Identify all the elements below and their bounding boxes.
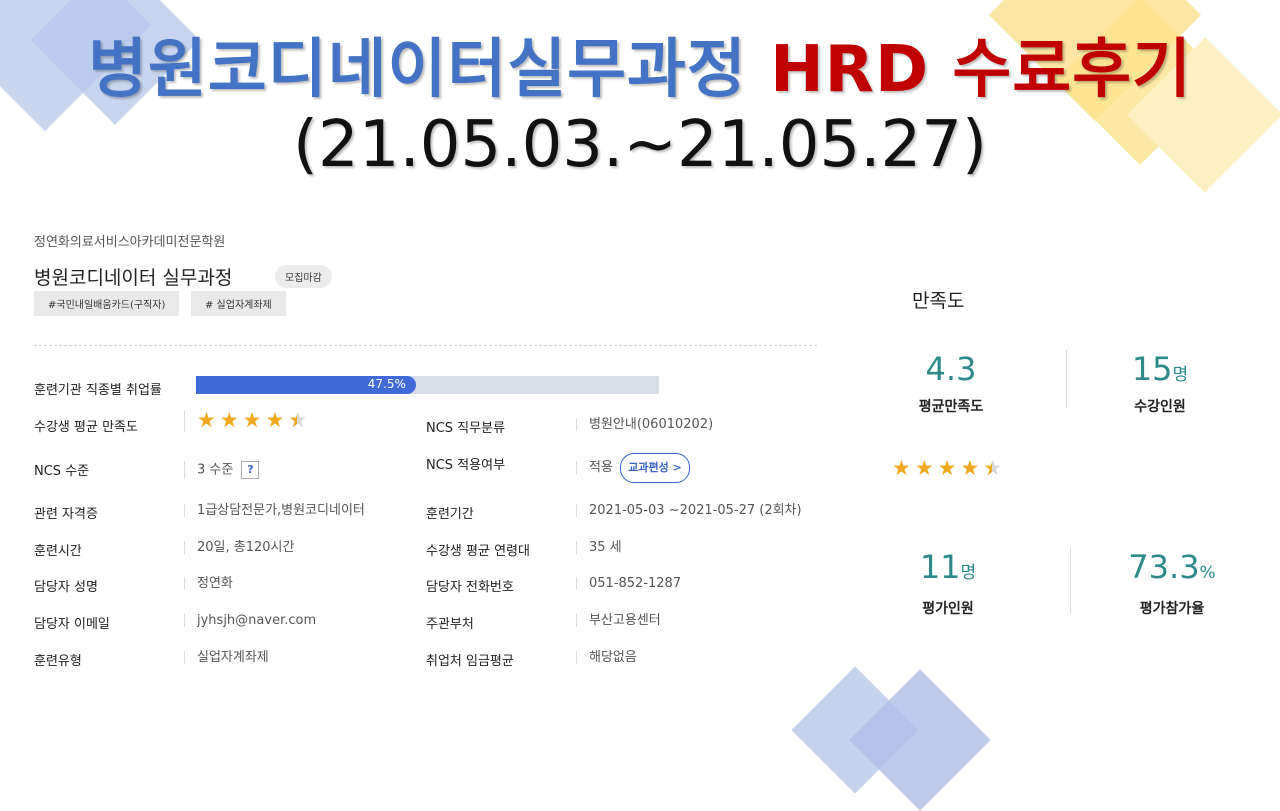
tag-account: # 실업자계좌제: [191, 291, 286, 316]
students-label: 수강인원: [1134, 399, 1186, 415]
slide-title: 병원코디네이터실무과정 HRD 수료후기: [0, 18, 1280, 110]
participation-label: 평가참가율: [1139, 601, 1205, 617]
employment-rate-value: 47.5%: [367, 377, 406, 391]
divider: [34, 345, 817, 346]
dept-value: 부산고용센터: [576, 614, 661, 627]
slide-title-course: 병원코디네이터실무과정: [88, 33, 747, 107]
star-icon: ★: [937, 456, 957, 480]
star-half-icon: ★: [288, 410, 307, 432]
course-title: 병원코디네이터 실무과정: [34, 267, 233, 289]
status-badge: 모집마감: [275, 265, 332, 288]
panel-stars: ★ ★ ★ ★ ★: [892, 456, 1002, 480]
satisfaction-stars-cell: ★ ★ ★ ★ ★: [184, 410, 307, 432]
ncs-apply-label: NCS 적용여부: [426, 458, 506, 473]
avg-satisfaction-label: 평균만족도: [918, 399, 984, 415]
hours-value: 20일, 총120시간: [184, 541, 294, 554]
slide-period: (21.05.03.~21.05.27): [293, 108, 987, 182]
satisfaction-stars: ★ ★ ★ ★ ★: [197, 408, 307, 432]
star-icon: ★: [219, 408, 239, 432]
phone-value: 051-852-1287: [576, 577, 681, 590]
institution-name[interactable]: 정연화의료서비스아카데미전문학원: [34, 231, 225, 250]
students-unit: 명: [1172, 365, 1189, 385]
cert-value: 1급상담전문가,병원코디네이터: [184, 504, 365, 517]
age-label: 수강생 평균 연령대: [426, 544, 530, 559]
satisfaction-title: 만족도: [912, 290, 965, 312]
phone-label: 담당자 전화번호: [426, 580, 514, 595]
star-half-icon: ★: [983, 458, 1002, 480]
ncs-job-value: 병원안내(06010202): [576, 418, 713, 431]
employment-rate-label: 훈련기관 직종별 취업률: [34, 383, 162, 398]
evaluators-label: 평가인원: [922, 601, 974, 617]
email-value: jyhsjh@naver.com: [184, 614, 316, 627]
students-value: 15: [1131, 350, 1173, 388]
participation-value: 73.3: [1128, 548, 1200, 586]
ncs-job-label: NCS 직무분류: [426, 421, 506, 436]
manager-label: 담당자 성명: [34, 580, 98, 595]
wage-label: 취업처 임금평균: [426, 654, 514, 669]
period-label: 훈련기간: [426, 507, 474, 522]
avg-satisfaction-value: 4.3: [925, 350, 977, 388]
students-stat: 15명: [1090, 350, 1230, 388]
evaluators-value: 11: [919, 548, 961, 586]
type-value: 실업자계좌제: [184, 651, 269, 664]
ncs-level-value: 3 수준: [197, 462, 234, 478]
ncs-apply-value: 적용: [576, 461, 613, 474]
dept-label: 주관부처: [426, 617, 474, 632]
slide-title-review: HRD 수료후기: [770, 33, 1192, 107]
satisfaction-label: 수강생 평균 만족도: [34, 420, 138, 435]
evaluators-stat: 11명: [878, 548, 1018, 586]
tag-card: #국민내일배움카드(구직자): [34, 291, 180, 316]
manager-value: 정연화: [184, 577, 233, 590]
employment-rate-fill: 47.5%: [196, 376, 416, 394]
participation-unit: %: [1199, 563, 1216, 583]
divider: [1066, 350, 1067, 408]
email-label: 담당자 이메일: [34, 617, 110, 632]
curriculum-button[interactable]: 교과편성 >: [620, 453, 690, 483]
type-label: 훈련유형: [34, 654, 82, 669]
cert-label: 관련 자격증: [34, 507, 98, 522]
employment-rate-bar: 47.5%: [196, 376, 659, 394]
ncs-level-cell: 3 수준 ?: [184, 461, 260, 479]
period-value: 2021-05-03 ~2021-05-27 (2회차): [576, 504, 802, 517]
help-icon[interactable]: ?: [241, 461, 260, 479]
star-icon: ★: [960, 456, 980, 480]
evaluators-unit: 명: [960, 563, 977, 583]
age-value: 35 세: [576, 541, 622, 554]
star-icon: ★: [242, 408, 262, 432]
wage-value: 해당없음: [576, 651, 637, 664]
ncs-level-label: NCS 수준: [34, 464, 90, 479]
star-icon: ★: [265, 408, 285, 432]
star-icon: ★: [197, 408, 216, 432]
divider: [1070, 548, 1071, 614]
participation-stat: 73.3%: [1102, 548, 1242, 586]
star-icon: ★: [914, 456, 934, 480]
star-icon: ★: [892, 456, 911, 480]
hours-label: 훈련시간: [34, 544, 82, 559]
